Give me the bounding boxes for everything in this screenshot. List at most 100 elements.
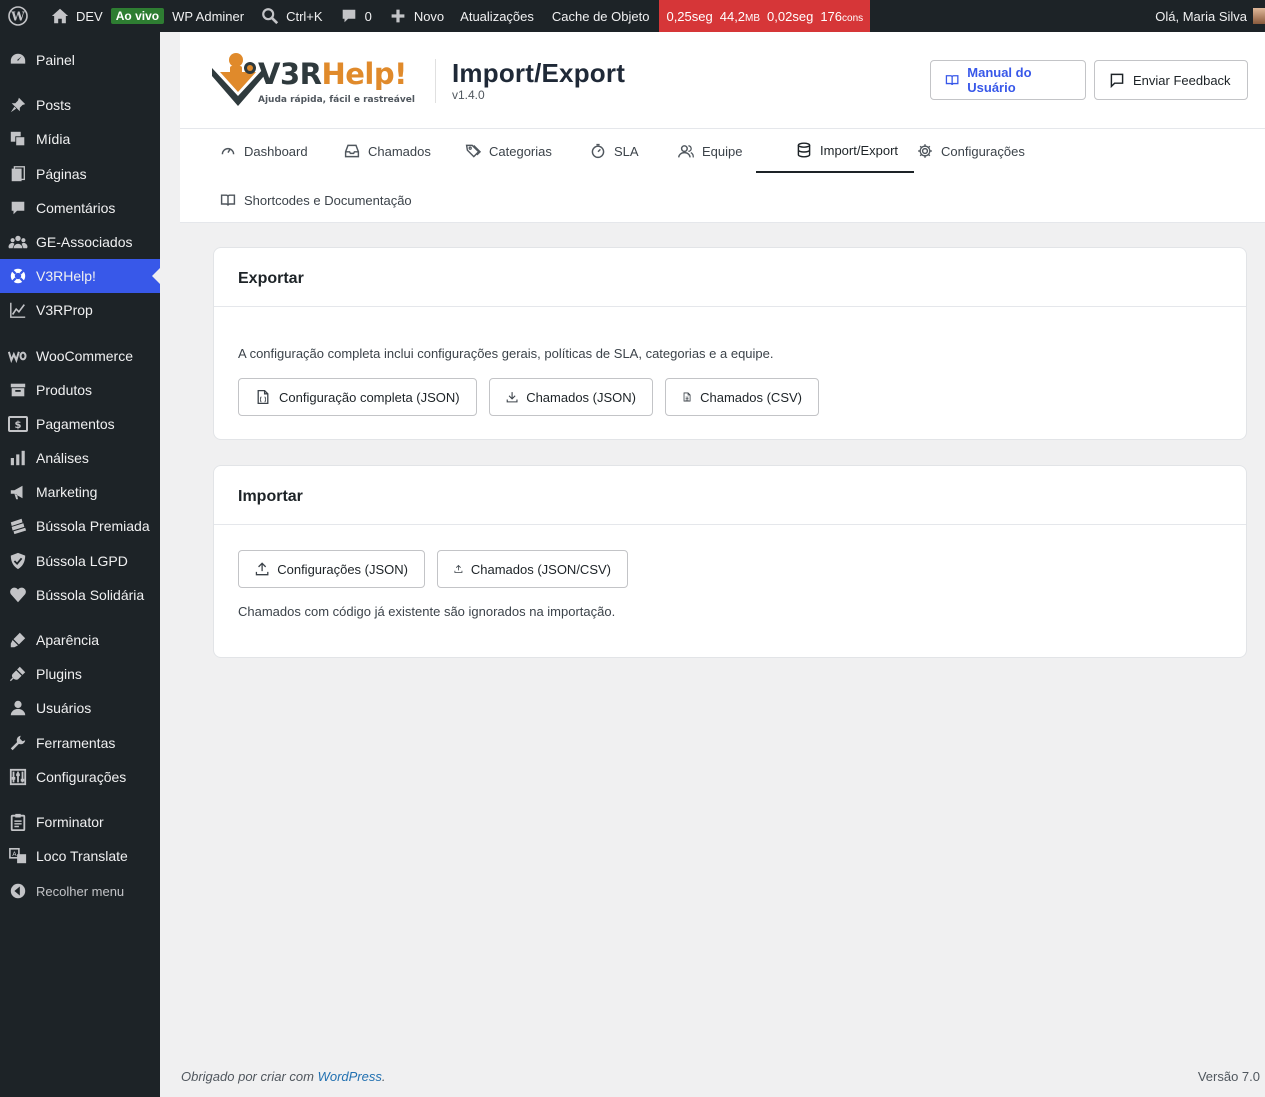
header-divider — [435, 59, 436, 103]
sidebar-item-loco-translate[interactable]: A Loco Translate — [0, 839, 160, 873]
site-name: DEV — [76, 8, 103, 24]
sidebar-item-v3rprop[interactable]: V3RProp — [0, 293, 160, 327]
sidebar-item-ge-associados[interactable]: GE-Associados — [0, 225, 160, 259]
new-content-menu[interactable]: Novo — [380, 0, 452, 32]
tab-label: Chamados — [368, 143, 431, 159]
sidebar-item-marketing[interactable]: Marketing — [0, 475, 160, 509]
pin-icon — [0, 96, 36, 114]
query-count: 176cons — [820, 8, 864, 24]
dashboard-icon — [0, 51, 36, 69]
memory-usage: 44,2MB — [719, 8, 761, 24]
sidebar-item-label: GE-Associados — [36, 234, 133, 250]
sidebar-item-label: Bússola Premiada — [36, 518, 150, 534]
wp-adminer-link[interactable]: WP Adminer — [172, 0, 252, 32]
wp-version: Versão 7.0 — [1197, 1069, 1260, 1084]
plugin-header: V3RHelp! Ajuda rápida, fácil e rastreáve… — [180, 32, 1265, 129]
sidebar-item-paginas[interactable]: Páginas — [0, 157, 160, 191]
sidebar-item-label: V3RHelp! — [36, 268, 96, 284]
svg-text:$: $ — [15, 420, 22, 431]
sidebar-item-painel[interactable]: Painel — [0, 43, 160, 77]
wrench-icon — [0, 734, 36, 752]
admin-sidebar: Painel Posts Mídia Páginas Comentários G… — [0, 32, 160, 1097]
sidebar-item-analises[interactable]: Análises — [0, 441, 160, 475]
message-square-icon — [1110, 73, 1124, 88]
query-time: 0,02seg — [767, 8, 814, 24]
admin-footer-text: Obrigado por criar com WordPress. — [181, 1069, 385, 1084]
tab-equipe[interactable]: Equipe — [638, 129, 758, 173]
sidebar-item-v3rhelp[interactable]: V3RHelp! — [0, 259, 160, 293]
megaphone-icon — [0, 483, 36, 501]
sidebar-item-midia[interactable]: Mídia — [0, 122, 160, 156]
wordpress-logo-icon: W — [8, 6, 28, 26]
sidebar-item-label: Ferramentas — [36, 735, 116, 751]
user-manual-button[interactable]: Manual do Usuário — [930, 60, 1086, 100]
updates-link[interactable]: Atualizações — [452, 0, 542, 32]
object-cache-link[interactable]: Cache de Objeto — [542, 0, 660, 32]
comment-bubble-icon — [339, 6, 359, 26]
tab-configuracoes[interactable]: Configurações — [877, 129, 1041, 173]
sidebar-item-label: Posts — [36, 97, 72, 113]
sidebar-item-label: Páginas — [36, 166, 87, 182]
button-label: Chamados (JSON) — [526, 389, 636, 405]
timer-icon — [590, 143, 606, 159]
import-tickets-button[interactable]: Chamados (JSON/CSV) — [437, 550, 628, 588]
sidebar-item-produtos[interactable]: Produtos — [0, 373, 160, 407]
heart-icon — [0, 586, 36, 604]
site-name-menu[interactable]: DEV — [42, 0, 111, 32]
sidebar-item-label: WooCommerce — [36, 348, 133, 364]
sidebar-item-posts[interactable]: Posts — [0, 88, 160, 122]
export-tickets-json-button[interactable]: Chamados (JSON) — [489, 378, 653, 416]
command-palette-button[interactable]: Ctrl+K — [252, 0, 330, 32]
main-content: V3RHelp! Ajuda rápida, fácil e rastreáve… — [180, 32, 1265, 1032]
sidebar-item-bussola-lgpd[interactable]: Bússola LGPD — [0, 544, 160, 578]
import-config-json-button[interactable]: Configurações (JSON) — [238, 550, 425, 588]
collapse-menu-button[interactable]: Recolher menu — [0, 874, 160, 908]
plus-icon — [388, 6, 408, 26]
export-full-config-json-button[interactable]: Configuração completa (JSON) — [238, 378, 477, 416]
money-icon: $ — [0, 416, 36, 432]
my-account-menu[interactable]: Olá, Maria Silva — [1155, 8, 1265, 24]
users-icon — [678, 143, 694, 159]
sidebar-item-plugins[interactable]: Plugins — [0, 657, 160, 691]
page-title: Import/Export — [452, 58, 626, 88]
tab-dashboard[interactable]: Dashboard — [180, 129, 324, 173]
card-divider — [214, 524, 1246, 525]
sidebar-item-comentarios[interactable]: Comentários — [0, 191, 160, 225]
sidebar-item-label: Loco Translate — [36, 848, 128, 864]
sidebar-item-bussola-solidaria[interactable]: Bússola Solidária — [0, 578, 160, 612]
send-feedback-button[interactable]: Enviar Feedback — [1094, 60, 1248, 100]
pages-icon — [0, 165, 36, 183]
sidebar-item-aparencia[interactable]: Aparência — [0, 623, 160, 657]
export-tickets-csv-button[interactable]: Chamados (CSV) — [665, 378, 819, 416]
query-monitor-stats[interactable]: 0,25seg 44,2MB 0,02seg 176cons — [659, 0, 871, 32]
tab-shortcodes[interactable]: Shortcodes e Documentação — [180, 178, 428, 222]
avatar — [1253, 8, 1265, 24]
send-feedback-label: Enviar Feedback — [1133, 72, 1231, 88]
new-label: Novo — [413, 8, 445, 24]
sidebar-item-pagamentos[interactable]: $ Pagamentos — [0, 407, 160, 441]
user-greeting: Olá, Maria Silva — [1155, 8, 1247, 24]
sidebar-item-ferramentas[interactable]: Ferramentas — [0, 726, 160, 760]
user-icon — [0, 699, 36, 717]
comments-menu[interactable]: 0 — [331, 0, 380, 32]
lifebuoy-icon — [0, 267, 36, 285]
sidebar-item-label: Produtos — [36, 382, 93, 398]
sidebar-item-bussola-premiada[interactable]: Bússola Premiada — [0, 509, 160, 543]
wordpress-link[interactable]: WordPress — [318, 1069, 382, 1084]
tab-categorias[interactable]: Categorias — [425, 129, 568, 173]
plugin-tabs: Dashboard Chamados Categorias SLA Equipe… — [180, 129, 1265, 223]
sidebar-item-label: Forminator — [36, 814, 104, 830]
sidebar-item-forminator[interactable]: Forminator — [0, 805, 160, 839]
upload-icon — [454, 564, 463, 573]
button-label: Chamados (JSON/CSV) — [470, 561, 611, 577]
sidebar-item-label: Análises — [36, 450, 89, 466]
sidebar-item-usuarios[interactable]: Usuários — [0, 691, 160, 725]
sidebar-item-configuracoes[interactable]: Configurações — [0, 760, 160, 794]
tab-label: Shortcodes e Documentação — [244, 192, 412, 208]
tickets-icon — [0, 517, 36, 535]
svg-text:A: A — [12, 851, 17, 858]
file-json-icon — [257, 389, 269, 405]
sidebar-item-woocommerce[interactable]: WooCommerce — [0, 339, 160, 373]
wordpress-logo-menu[interactable]: W — [0, 0, 42, 32]
sidebar-item-label: Bússola LGPD — [36, 553, 128, 569]
